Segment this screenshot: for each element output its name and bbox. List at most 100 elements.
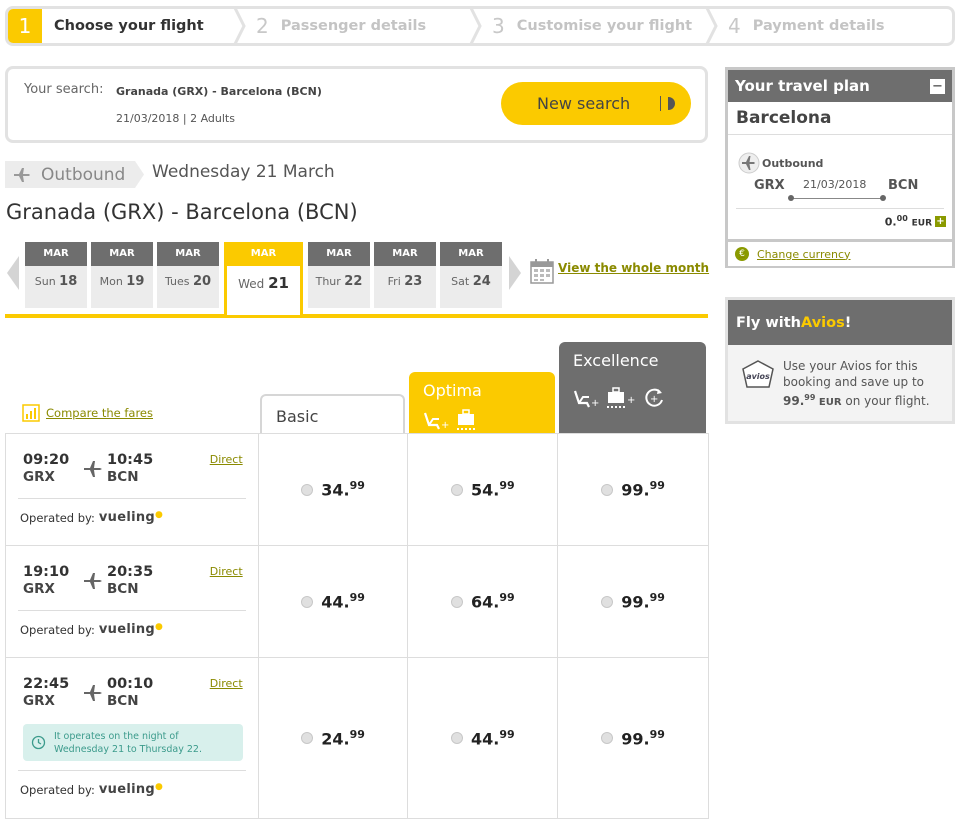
date-month: MAR	[308, 242, 370, 266]
flight-row: 22:45 GRX 00:10 BCN Direct It operates o…	[6, 658, 708, 818]
departure-time: 22:45	[23, 676, 70, 692]
price-optima[interactable]: 44.99	[408, 658, 559, 818]
date-day: Sat 24	[451, 274, 491, 289]
step-passenger-details[interactable]: 2 Passenger details	[244, 9, 482, 43]
price-value: 99.99	[621, 591, 665, 612]
departure-code: GRX	[23, 469, 55, 485]
view-whole-month-link[interactable]: View the whole month	[558, 261, 709, 275]
luggage-icon	[457, 409, 475, 430]
avios-header: Fly with Avios!	[728, 300, 952, 345]
flight-times: 19:10 GRX 20:35 BCN	[23, 564, 167, 597]
price-excellence[interactable]: 99.99	[558, 434, 708, 545]
svg-text:+: +	[591, 398, 599, 409]
plane-circle-icon	[738, 152, 760, 174]
date-day: Tues 20	[164, 274, 212, 289]
price-optima[interactable]: 54.99	[408, 434, 559, 545]
total-price: 0.00 EUR +	[884, 214, 946, 229]
direct-link[interactable]: Direct	[210, 677, 243, 690]
travel-plan-panel: Your travel plan − Barcelona Outbound GR…	[725, 67, 955, 268]
step-customise-flight[interactable]: 3 Customise your flight	[480, 9, 718, 43]
expand-total-icon[interactable]: +	[935, 215, 946, 227]
flights-table: 09:20 GRX 10:45 BCN Direct Operated by: …	[5, 433, 709, 819]
arrival-code: BCN	[107, 581, 139, 597]
fare-radio[interactable]	[451, 732, 463, 744]
seat-plus-icon: +	[573, 390, 599, 409]
svg-text:avios: avios	[746, 372, 770, 381]
fare-radio[interactable]	[451, 483, 463, 496]
date-underline	[5, 314, 227, 318]
flight-info: 09:20 GRX 10:45 BCN Direct Operated by: …	[6, 434, 259, 545]
price-excellence[interactable]: 99.99	[558, 658, 708, 818]
date-day: Thur 22	[315, 274, 363, 289]
date-month: MAR	[440, 242, 502, 266]
step-payment-details[interactable]: 4 Payment details	[716, 9, 952, 43]
route-line	[791, 198, 883, 199]
route-dot	[880, 195, 886, 201]
fare-header-excellence: Excellence + + +	[559, 342, 706, 434]
clock-icon	[31, 735, 46, 750]
fare-radio[interactable]	[451, 595, 463, 608]
date-tab[interactable]: MAR Sun 18	[25, 242, 87, 308]
compare-fares-link[interactable]: Compare the fares	[22, 404, 153, 422]
fare-features: +	[423, 408, 541, 432]
svg-text:+: +	[627, 395, 635, 406]
euro-icon: €	[735, 247, 749, 261]
price-basic[interactable]: 34.99	[259, 434, 409, 545]
arrival-time: 00:10	[107, 676, 154, 692]
avios-description: Use your Avios for this booking and save…	[783, 359, 930, 408]
step-label: Customise your flight	[516, 18, 693, 34]
flight-row: 09:20 GRX 10:45 BCN Direct Operated by: …	[6, 434, 708, 546]
date-tab[interactable]: MAR Tues 20	[157, 242, 219, 308]
price-basic[interactable]: 24.99	[259, 658, 409, 818]
avios-panel: Fly with Avios! avios Use your Avios for…	[725, 297, 955, 424]
change-currency-link[interactable]: € Change currency	[728, 239, 952, 266]
price-excellence[interactable]: 99.99	[558, 546, 708, 657]
new-search-button[interactable]: New search	[501, 82, 691, 125]
step-choose-flight[interactable]: 1 Choose your flight	[8, 9, 246, 43]
price-optima[interactable]: 64.99	[408, 546, 559, 657]
date-tab[interactable]: MAR Fri 23	[374, 242, 436, 308]
arrival-time: 20:35	[107, 564, 154, 580]
prev-dates-arrow-icon[interactable]	[6, 256, 20, 290]
calendar-icon[interactable]	[530, 258, 554, 284]
fare-radio[interactable]	[301, 483, 314, 496]
flexibility-icon: +	[645, 388, 663, 407]
arrival-code: BCN	[107, 469, 139, 485]
arrival-time: 10:45	[107, 452, 154, 468]
collapse-button[interactable]: −	[930, 78, 945, 94]
fare-radio[interactable]	[601, 595, 614, 608]
fare-radio[interactable]	[301, 595, 314, 608]
price-value: 99.99	[621, 479, 665, 500]
divider	[18, 610, 246, 611]
direct-link[interactable]: Direct	[210, 453, 243, 466]
date-tab[interactable]: MAR Mon 19	[91, 242, 153, 308]
step-label: Passenger details	[280, 18, 427, 34]
next-dates-arrow-icon[interactable]	[508, 256, 522, 290]
outbound-tag: Outbound	[5, 161, 135, 188]
airline-logo: vueling●	[98, 782, 164, 797]
date-tab[interactable]: MAR Sat 24	[440, 242, 502, 308]
half-circle-icon	[668, 97, 675, 110]
date-tab[interactable]: MAR Thur 22	[308, 242, 370, 308]
flight-info: 19:10 GRX 20:35 BCN Direct Operated by: …	[6, 546, 259, 657]
new-search-label: New search	[537, 94, 631, 113]
divider	[18, 770, 246, 771]
outbound-date: Wednesday 21 March	[152, 162, 335, 182]
search-details: 21/03/2018 | 2 Adults	[116, 112, 235, 125]
price-basic[interactable]: 44.99	[259, 546, 409, 657]
divider	[18, 498, 246, 499]
date-tab-selected[interactable]: MAR Wed 21	[224, 242, 303, 318]
fare-radio[interactable]	[601, 732, 614, 744]
origin-code: GRX	[754, 178, 785, 193]
luggage-plus-icon: +	[607, 387, 635, 408]
fare-name: Optima	[423, 381, 482, 400]
plane-icon	[14, 167, 30, 182]
fare-radio[interactable]	[601, 483, 614, 496]
airline-logo: vueling●	[98, 622, 164, 637]
date-month: MAR	[374, 242, 436, 266]
compare-fares-label: Compare the fares	[46, 406, 153, 420]
divider	[736, 208, 944, 209]
fare-radio[interactable]	[301, 732, 314, 744]
step-label: Choose your flight	[54, 18, 204, 34]
direct-link[interactable]: Direct	[210, 565, 243, 578]
